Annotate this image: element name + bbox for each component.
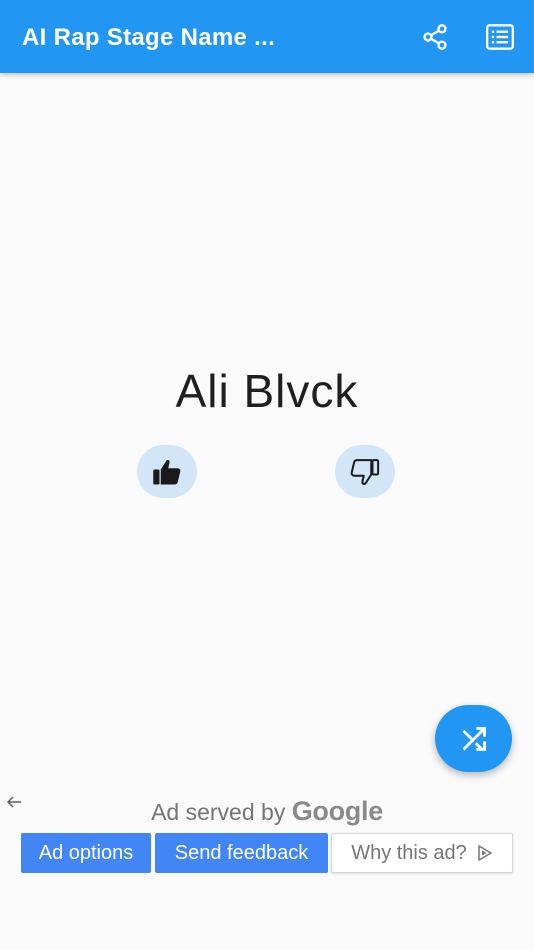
like-button[interactable] xyxy=(137,445,197,498)
thumbs-up-icon xyxy=(153,459,181,484)
thumbs-down-icon xyxy=(350,458,380,485)
dislike-button[interactable] xyxy=(335,445,395,498)
google-brand: Google xyxy=(291,796,384,826)
generated-stage-name: Ali Blvck xyxy=(175,365,359,417)
list-icon xyxy=(486,24,514,50)
saved-names-list-button[interactable] xyxy=(483,20,517,54)
app-bar: AI Rap Stage Name ... xyxy=(0,0,534,73)
share-icon xyxy=(423,24,447,50)
why-this-ad-label: Why this ad? xyxy=(351,841,467,864)
app-title: AI Rap Stage Name ... xyxy=(22,24,276,51)
ad-served-by-text: Ad served by xyxy=(151,799,286,825)
ad-served-by-label: Ad served by Google xyxy=(0,796,534,827)
ad-options-button[interactable]: Ad options xyxy=(21,833,151,873)
shuffle-button[interactable] xyxy=(435,705,512,772)
why-this-ad-button[interactable]: Why this ad? xyxy=(331,833,513,873)
send-feedback-button[interactable]: Send feedback xyxy=(155,833,328,873)
share-button[interactable] xyxy=(418,20,452,54)
adchoices-triangle-icon xyxy=(478,845,492,861)
shuffle-icon xyxy=(462,726,486,751)
